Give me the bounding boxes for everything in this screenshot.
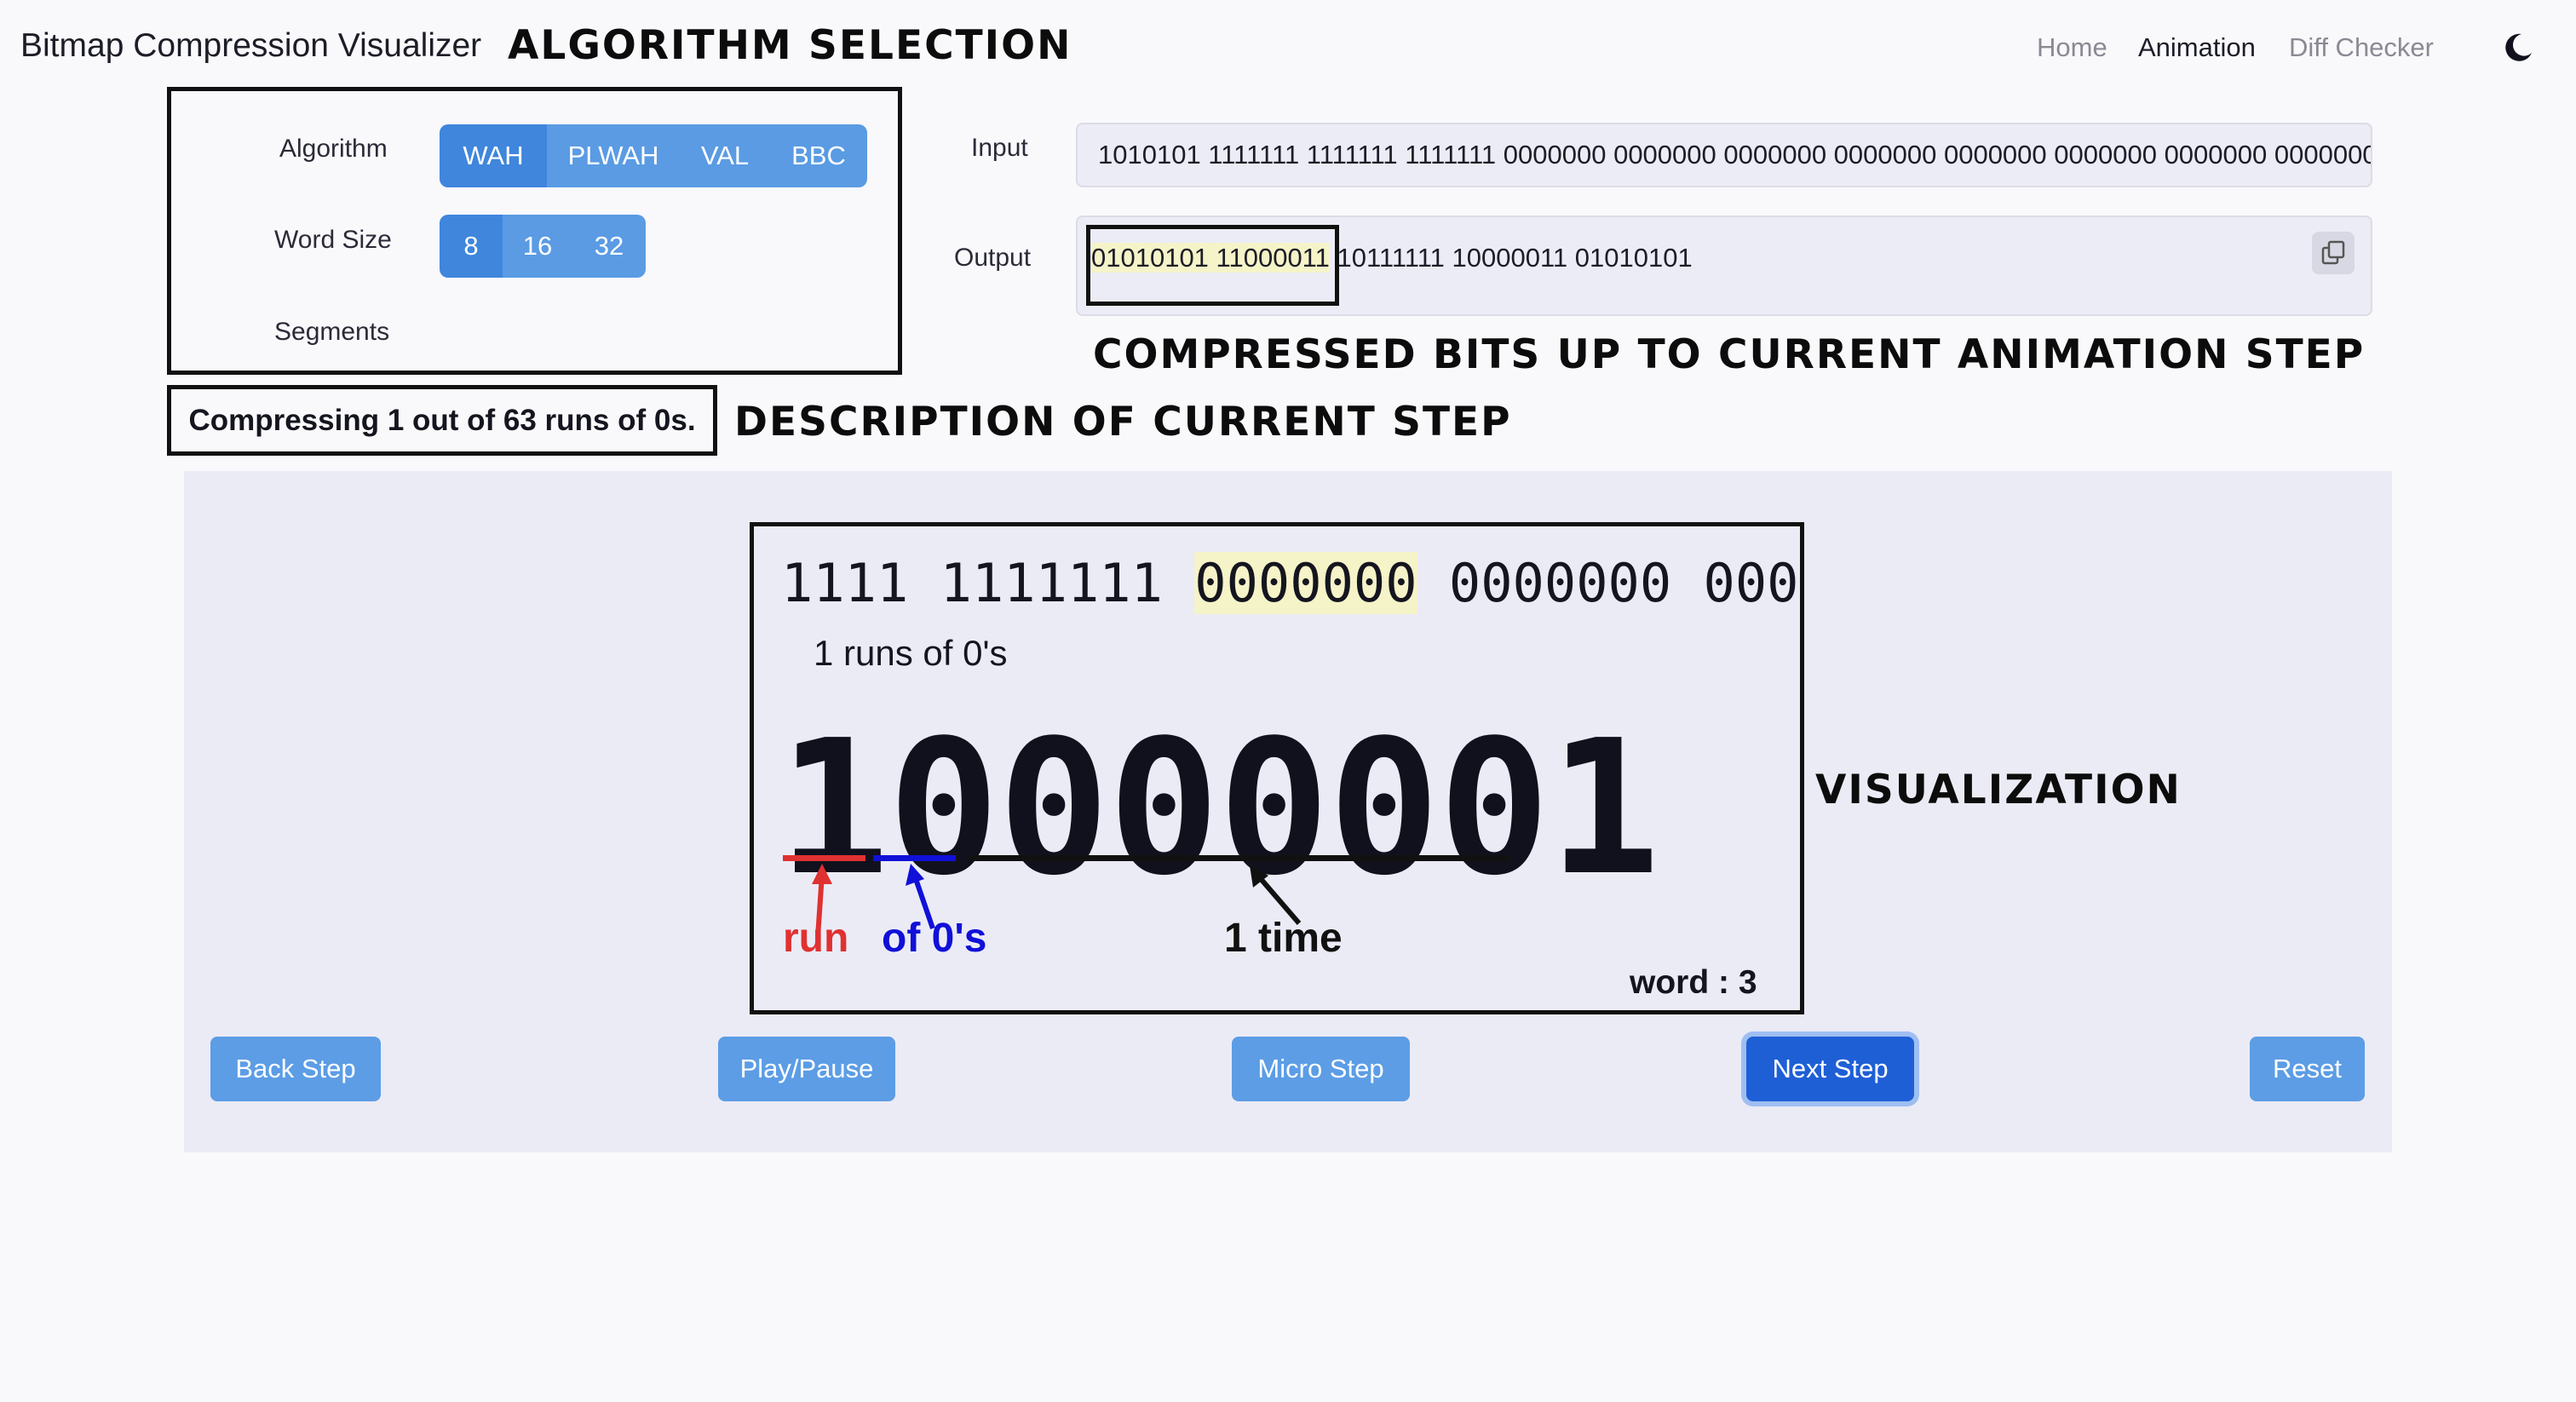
visualization-box: 1111 1111111 0000000 0000000 0000000 000… [750, 522, 1804, 1014]
nav-animation[interactable]: Animation [2138, 32, 2256, 63]
word-size-label: Word Size [274, 226, 392, 254]
reset-button[interactable]: Reset [2250, 1037, 2365, 1101]
step-description: Compressing 1 out of 63 runs of 0s. [167, 385, 717, 456]
output-highlight-frame [1086, 225, 1339, 306]
annotation-compressed-bits: COMPRESSED BITS UP TO CURRENT ANIMATION … [1093, 331, 2366, 378]
copy-icon[interactable] [2312, 232, 2355, 274]
label-run: run [783, 916, 849, 961]
word-index: word : 3 [1630, 964, 1757, 1001]
micro-step-button[interactable]: Micro Step [1232, 1037, 1410, 1101]
algorithm-option-wah[interactable]: WAH [440, 124, 547, 187]
annotation-description: DESCRIPTION OF CURRENT STEP [734, 399, 1512, 445]
moon-icon[interactable] [2501, 31, 2535, 65]
output-label: Output [954, 244, 1032, 272]
algorithm-label: Algorithm [279, 135, 388, 163]
algorithm-option-val[interactable]: VAL [680, 124, 770, 187]
annotation-visualization: VISUALIZATION [1815, 767, 2182, 813]
nav-diff-checker[interactable]: Diff Checker [2289, 32, 2434, 63]
next-step-button[interactable]: Next Step [1746, 1037, 1914, 1101]
word-size-option-8[interactable]: 8 [440, 215, 503, 278]
back-step-button[interactable]: Back Step [210, 1037, 381, 1101]
play-pause-button[interactable]: Play/Pause [718, 1037, 895, 1101]
algorithm-selector: WAH PLWAH VAL BBC [440, 124, 867, 187]
word-size-selector: 8 16 32 [440, 215, 646, 278]
nav-home[interactable]: Home [2037, 32, 2107, 63]
input-field[interactable]: 1010101 1111111 1111111 1111111 0000000 … [1076, 123, 2372, 187]
output-remaining-bits: 10111111 10000011 01010101 [1329, 243, 1693, 273]
app-brand[interactable]: Bitmap Compression Visualizer [20, 27, 481, 65]
word-size-option-16[interactable]: 16 [503, 215, 572, 278]
label-fill: of 0's [882, 916, 987, 961]
label-count: 1 time [1224, 916, 1343, 961]
algorithm-option-bbc[interactable]: BBC [770, 124, 867, 187]
algorithm-option-plwah[interactable]: PLWAH [547, 124, 680, 187]
input-label: Input [971, 134, 1028, 162]
word-size-option-32[interactable]: 32 [572, 215, 646, 278]
segments-label: Segments [274, 318, 390, 346]
annotation-algorithm-selection: ALGORITHM SELECTION [508, 22, 1072, 69]
